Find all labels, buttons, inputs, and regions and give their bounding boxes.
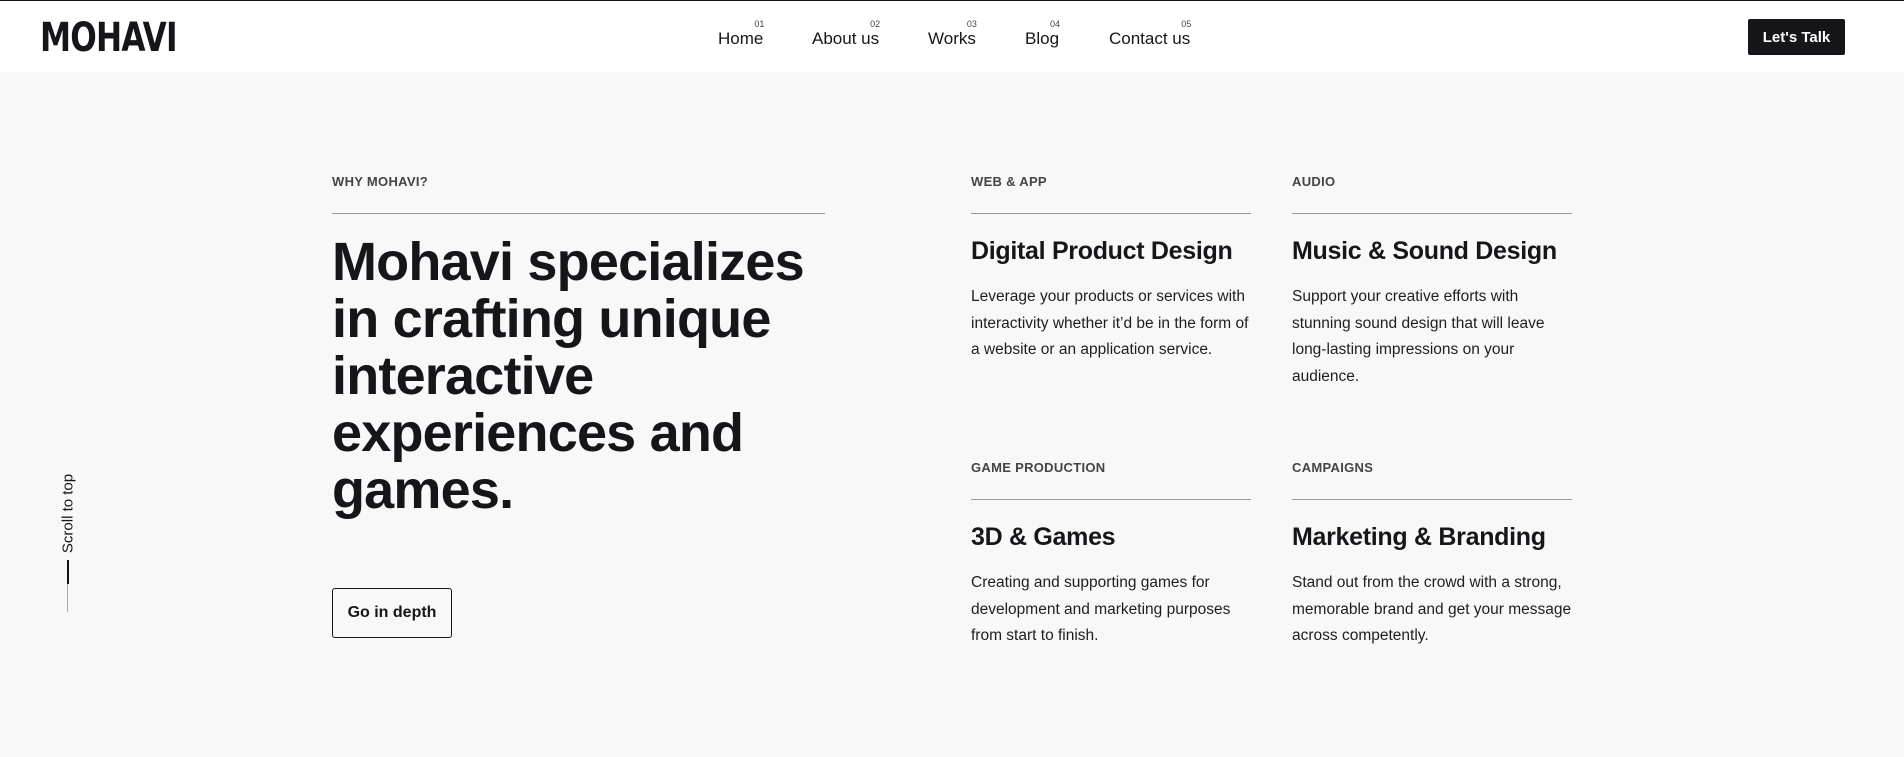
- nav-blog[interactable]: Blog 04: [1025, 19, 1060, 49]
- service-description: Stand out from the crowd with a strong, …: [1292, 574, 1572, 644]
- service-title: Digital Product Design: [971, 237, 1233, 265]
- service-divider: [971, 499, 1251, 500]
- nav-blog-number: 04: [1050, 19, 1061, 29]
- service-card-web-app: WEB & APP Digital Product Design Leverag…: [971, 174, 1251, 364]
- service-card-audio: AUDIO Music & Sound Design Support your …: [1292, 174, 1572, 390]
- service-description: Leverage your products or services with …: [971, 288, 1249, 358]
- service-description: Support your creative efforts with stunn…: [1292, 288, 1545, 385]
- nav-contact-label: Contact us: [1109, 29, 1191, 48]
- service-kicker: CAMPAIGNS: [1292, 460, 1374, 475]
- service-title: Music & Sound Design: [1292, 237, 1557, 265]
- service-title: Marketing & Branding: [1292, 523, 1546, 551]
- nav-home-label: Home: [718, 29, 764, 48]
- nav-works-label: Works: [928, 29, 976, 48]
- service-card-game-production: GAME PRODUCTION 3D & Games Creating and …: [971, 460, 1251, 650]
- nav-about-number: 02: [870, 19, 881, 29]
- service-kicker: WEB & APP: [971, 174, 1047, 189]
- scroll-to-top-label: Scroll to top: [59, 473, 77, 554]
- service-kicker: GAME PRODUCTION: [971, 460, 1106, 475]
- scroll-to-top[interactable]: Scroll to top: [56, 455, 80, 625]
- main-nav: Home 01 About us 02 Works 03 Blog 04 Con…: [0, 15, 1904, 55]
- top-navigation-bar: MOHAVI Home 01 About us 02 Works 03 Blog…: [0, 0, 1904, 72]
- service-card-campaigns: CAMPAIGNS Marketing & Branding Stand out…: [1292, 460, 1572, 650]
- nav-works-number: 03: [966, 19, 977, 29]
- nav-contact-number: 05: [1181, 19, 1192, 29]
- nav-about[interactable]: About us 02: [812, 19, 880, 49]
- nav-contact[interactable]: Contact us 05: [1109, 19, 1191, 49]
- nav-blog-label: Blog: [1025, 29, 1060, 48]
- go-in-depth-button[interactable]: Go in depth: [332, 588, 452, 638]
- service-divider: [971, 213, 1251, 214]
- lets-talk-button[interactable]: Let's Talk: [1748, 19, 1845, 55]
- service-kicker: AUDIO: [1292, 174, 1336, 189]
- service-divider: [1292, 213, 1572, 214]
- why-headline: Mohavi specializes in crafting unique in…: [332, 232, 805, 520]
- nav-works[interactable]: Works 03: [928, 19, 977, 49]
- why-kicker: WHY MOHAVI?: [332, 174, 428, 189]
- service-divider: [1292, 499, 1572, 500]
- why-divider: [332, 213, 825, 214]
- nav-home-number: 01: [754, 19, 765, 29]
- nav-home[interactable]: Home 01: [718, 19, 764, 49]
- nav-about-label: About us: [812, 29, 880, 48]
- service-description: Creating and supporting games for develo…: [971, 574, 1231, 644]
- scroll-indicator-dark: [67, 560, 69, 584]
- scroll-indicator-track: [67, 584, 68, 612]
- service-title: 3D & Games: [971, 523, 1116, 551]
